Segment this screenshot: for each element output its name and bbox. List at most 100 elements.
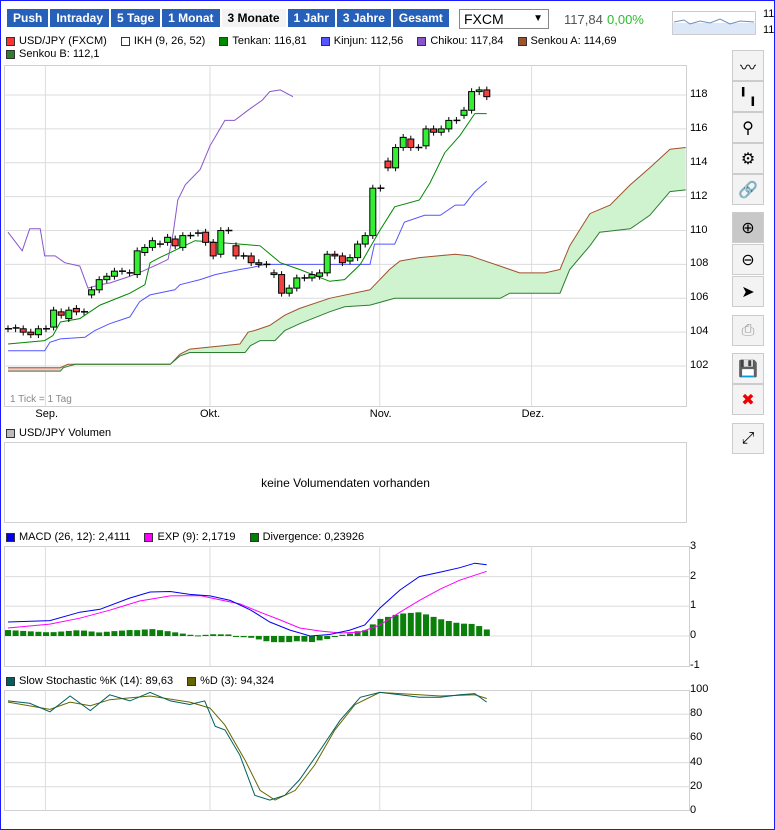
candle (285, 287, 293, 294)
divergence-bar (369, 624, 376, 636)
divergence-bar (179, 633, 186, 636)
candle (57, 311, 65, 316)
candle (19, 328, 27, 333)
candle (392, 147, 400, 169)
line-chart-icon: 〰 (739, 59, 756, 77)
divergence-bar (73, 630, 80, 636)
divergence-bar (103, 631, 110, 636)
divergence-bar (445, 621, 452, 636)
divergence-bar (43, 632, 49, 636)
candle (202, 231, 210, 243)
candle (34, 328, 42, 336)
save-icon: 💾 (738, 360, 758, 378)
divergence-bar (88, 631, 95, 636)
mini-chart-line (673, 18, 755, 25)
divergence-bar (240, 636, 247, 638)
candle (369, 187, 377, 237)
save-button[interactable]: 💾 (732, 353, 764, 384)
divergence-bar (202, 634, 209, 636)
divergence-bar (461, 623, 467, 636)
divergence-bar (65, 630, 72, 636)
divergence-bar (195, 635, 201, 637)
divergence-bar (20, 630, 27, 636)
candle (95, 279, 103, 291)
ohlc-chart-button[interactable]: ╹╻ (732, 81, 764, 112)
candle (399, 136, 407, 149)
candle (483, 89, 491, 98)
candle (133, 250, 141, 276)
exp-line (7, 570, 487, 634)
divergence-bar (347, 633, 353, 636)
divergence-bar (58, 631, 65, 636)
divergence-bar (415, 612, 422, 636)
divergence-bar (293, 636, 300, 642)
divergence-bar (271, 636, 277, 643)
fullscreen-button[interactable]: ⤢ (732, 423, 764, 454)
candle (323, 253, 331, 274)
settings-button[interactable]: ⚙ (732, 143, 764, 174)
divergence-bar (111, 631, 118, 636)
candle (445, 119, 453, 130)
candle (475, 89, 483, 93)
candle (384, 160, 392, 169)
candle (331, 253, 339, 257)
candle (232, 245, 240, 257)
candle (164, 236, 172, 243)
divergence-bar (248, 636, 255, 638)
candle (179, 235, 187, 248)
zoom-in-button[interactable]: ⊕ (732, 212, 764, 243)
candle (255, 262, 263, 265)
divergence-bar (483, 629, 490, 636)
divergence-bar (453, 622, 460, 636)
indicator-search-icon: ⚲ (742, 119, 754, 137)
ohlc-chart-icon: ╹╻ (738, 88, 758, 106)
line-chart-button[interactable]: 〰 (732, 50, 764, 81)
divergence-bar (27, 631, 34, 636)
candle (88, 289, 96, 296)
divergence-bar (96, 632, 103, 636)
divergence-bar (301, 636, 308, 642)
divergence-bar (12, 630, 19, 636)
link-button[interactable]: 🔗 (732, 174, 764, 205)
candle (407, 138, 415, 149)
candle (338, 255, 346, 264)
candle (209, 241, 217, 257)
divergence-bar (217, 634, 224, 636)
delete-icon: ✖ (741, 391, 755, 409)
candle (110, 270, 118, 277)
divergence-bar (476, 626, 483, 636)
candle (50, 309, 58, 328)
divergence-bar (119, 630, 125, 636)
pointer-button[interactable]: ➤ (732, 276, 764, 307)
print-button[interactable]: ⎙ (732, 315, 764, 346)
delete-button[interactable]: ✖ (732, 384, 764, 415)
candle (430, 128, 438, 133)
zoom-out-button[interactable]: ⊖ (732, 244, 764, 275)
candle (361, 235, 369, 245)
divergence-bar (278, 636, 285, 643)
divergence-bar (316, 636, 323, 641)
candle (308, 274, 316, 279)
candle (468, 91, 476, 111)
kumo-cloud-bearish (8, 367, 61, 372)
link-icon: 🔗 (738, 181, 758, 199)
candle (437, 128, 445, 133)
divergence-bar (187, 634, 194, 636)
divergence-bar (468, 623, 475, 636)
divergence-bar (134, 630, 141, 636)
divergence-bar (210, 634, 217, 636)
divergence-bar (126, 630, 133, 636)
divergence-bar (339, 634, 346, 636)
divergence-bar (172, 632, 179, 636)
divergence-bar (255, 636, 262, 640)
candle (27, 331, 35, 336)
stochastic-d-line (7, 691, 487, 801)
indicator-search-button[interactable]: ⚲ (732, 112, 764, 143)
divergence-bar (423, 614, 429, 636)
divergence-bar (233, 635, 239, 637)
pointer-icon: ➤ (741, 283, 755, 301)
divergence-bar (81, 630, 87, 636)
divergence-bar (263, 636, 270, 642)
divergence-bar (141, 629, 148, 636)
divergence-bar (377, 618, 384, 636)
